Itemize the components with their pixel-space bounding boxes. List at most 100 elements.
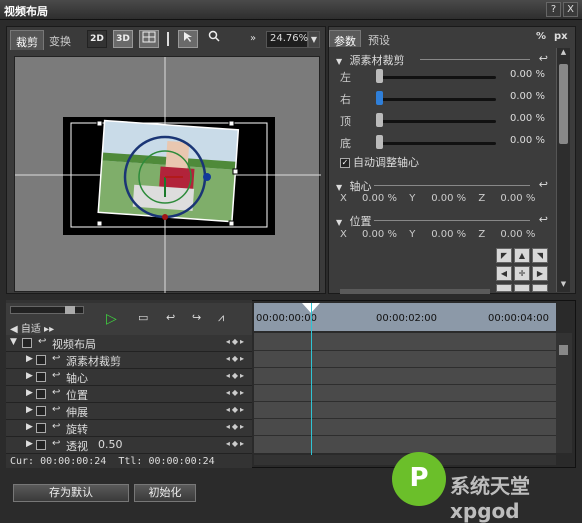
preview-icon[interactable]: ▭ [138,311,148,324]
slider-knob[interactable] [376,113,383,127]
track-row[interactable]: ▶ ↩ 轴心 ◂◆▸ [6,369,252,386]
nudge-left-icon[interactable]: ◀ [496,266,512,281]
pivot-x-value[interactable]: 0.00 % [362,193,406,204]
keyframe-nav-icon[interactable]: ◂◆▸ [226,405,246,414]
expand-icon[interactable]: ▶ [26,439,33,449]
timeline-tracks[interactable] [254,333,556,453]
keyframe-nav-icon[interactable]: ◂◆▸ [226,422,246,431]
timeline-ruler[interactable]: 00:00:00:00 00:00:02:00 00:00:04:00 [254,303,556,331]
slider-track[interactable] [380,120,496,123]
zoom-dropdown-button[interactable]: ▼ [308,31,320,48]
reset-crop-icon[interactable]: ↩ [539,52,548,65]
keyframe-nav-icon[interactable]: ◂◆▸ [226,337,246,346]
scroll-down-icon[interactable]: ▼ [558,280,569,292]
timeline-scrollbar[interactable] [556,333,572,453]
crop-bottom-value[interactable]: 0.00 % [510,135,545,146]
slider-track[interactable] [380,98,496,101]
graph-icon[interactable]: ⩘ [218,311,224,325]
center-icon[interactable]: ✛ [514,266,530,281]
expand-icon[interactable]: ▶ [26,405,33,415]
crop-top-value[interactable]: 0.00 % [510,113,545,124]
initialize-button[interactable]: 初始化 [134,484,196,502]
preview-canvas[interactable] [14,56,321,293]
track-checkbox[interactable] [36,406,46,416]
expand-icon[interactable]: ▶ [26,354,33,364]
scroll-thumb[interactable] [559,64,568,144]
nudge-up-icon[interactable]: ▲ [514,248,530,263]
track-row[interactable]: ▶ ↩ 位置 ◂◆▸ [6,386,252,403]
track-checkbox[interactable] [22,338,32,348]
tab-presets[interactable]: 预设 [364,30,394,47]
help-button[interactable]: ? [546,2,561,17]
slider-track[interactable] [380,76,496,79]
track-value[interactable]: 0.50 [98,438,123,451]
slider-knob[interactable] [376,91,383,105]
expand-icon[interactable]: ▶ [26,371,33,381]
slider-knob[interactable] [376,69,383,83]
auto-pivot-checkbox[interactable]: ✓ 自动调整轴心 [340,154,419,170]
section-pivot-header[interactable]: ▼ 轴心 ↩ [336,178,550,193]
track-row[interactable]: ▼ ↩ 视频布局 ◂◆▸ [6,335,252,352]
pivot-z-value[interactable]: 0.00 % [500,193,544,204]
keyframe-nav-icon[interactable]: ◂◆▸ [226,371,246,380]
zoom-input[interactable]: 24.76% [266,31,308,48]
track-checkbox[interactable] [36,372,46,382]
close-button[interactable]: X [563,2,578,17]
zoom-tool-icon[interactable] [204,30,224,48]
select-arrow-icon[interactable] [178,30,198,48]
crop-left-value[interactable]: 0.00 % [510,69,545,80]
zoom-slider[interactable] [10,306,84,314]
slider-knob[interactable] [376,135,383,149]
tab-parameters[interactable]: 参数 [329,30,361,48]
track-checkbox[interactable] [36,389,46,399]
tab-crop[interactable]: 裁剪 [10,30,44,50]
position-x-value[interactable]: 0.00 % [362,229,406,240]
section-stretch-header[interactable] [340,289,490,294]
expand-icon[interactable]: ▼ [10,337,17,347]
mode-3d-button[interactable]: 3D [113,30,133,48]
track-row[interactable]: ▶ ↩ 伸展 ◂◆▸ [6,403,252,420]
position-y-value[interactable]: 0.00 % [431,229,475,240]
section-position-header[interactable]: ▼ 位置 ↩ [336,213,550,228]
nudge-down-icon[interactable] [514,284,530,292]
timeline-scroll-thumb[interactable] [559,345,568,355]
unit-px-button[interactable]: px [554,31,568,42]
keyframe-nav-icon[interactable]: ◂◆▸ [226,388,246,397]
save-default-button[interactable]: 存为默认 [13,484,129,502]
track-checkbox[interactable] [36,355,46,365]
crop-right-value[interactable]: 0.00 % [510,91,545,102]
keyframe-nav-icon[interactable]: ◂◆▸ [226,354,246,363]
checkmark-icon[interactable]: ✓ [340,158,350,168]
double-chevron-icon[interactable]: » [250,33,256,44]
reset-pivot-icon[interactable]: ↩ [539,178,548,191]
zoom-slider-knob[interactable] [65,306,75,314]
pivot-y-value[interactable]: 0.00 % [431,193,475,204]
undo-icon[interactable]: ↩ [166,311,175,324]
track-checkbox[interactable] [36,440,46,450]
redo-icon[interactable]: ↪ [192,311,201,324]
reset-position-icon[interactable]: ↩ [539,213,548,226]
timeline-mode-select[interactable]: ◀ 自适 ▸▸ [10,320,54,335]
section-crop-header[interactable]: ▼ 源素材裁剪 ↩ [336,52,550,67]
nudge-up-right-icon[interactable]: ◥ [532,248,548,263]
track-row[interactable]: ▶ ↩ 透视 0.50 ◂◆▸ [6,437,252,454]
slider-track[interactable] [380,142,496,145]
track-checkbox[interactable] [36,423,46,433]
playhead-line[interactable] [311,303,312,455]
play-icon[interactable]: ▷ [106,311,117,327]
nudge-down-left-icon[interactable] [496,284,512,292]
tab-transform[interactable]: 变换 [44,30,76,50]
unit-percent-button[interactable]: % [536,31,546,42]
nudge-right-icon[interactable]: ▶ [532,266,548,281]
mode-2d-button[interactable]: 2D [87,30,107,48]
grid-toggle-icon[interactable] [139,30,159,48]
track-row[interactable]: ▶ ↩ 源素材裁剪 ◂◆▸ [6,352,252,369]
nudge-up-left-icon[interactable]: ◤ [496,248,512,263]
track-row[interactable]: ▶ ↩ 旋转 ◂◆▸ [6,420,252,437]
position-z-value[interactable]: 0.00 % [500,229,544,240]
parameters-scrollbar[interactable]: ▲ ▼ [556,48,570,292]
nudge-down-right-icon[interactable] [532,284,548,292]
expand-icon[interactable]: ▶ [26,388,33,398]
keyframe-nav-icon[interactable]: ◂◆▸ [226,439,246,448]
expand-icon[interactable]: ▶ [26,422,33,432]
